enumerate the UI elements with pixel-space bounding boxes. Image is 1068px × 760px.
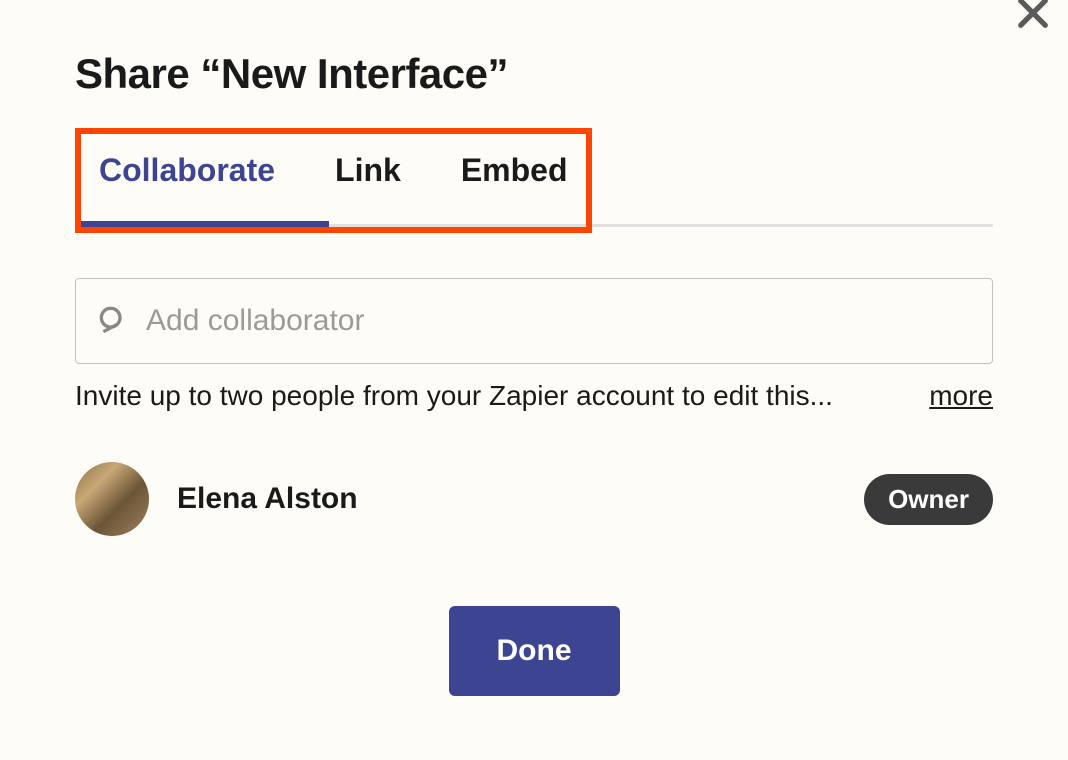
share-dialog: Share “New Interface” Collaborate Link E… [0, 0, 1068, 696]
done-button[interactable]: Done [449, 606, 620, 696]
close-icon[interactable] [1012, 0, 1054, 39]
helper-row: Invite up to two people from your Zapier… [75, 380, 993, 412]
tab-bar: Collaborate Link Embed [75, 128, 993, 233]
avatar [75, 462, 149, 536]
collaborator-name: Elena Alston [177, 482, 358, 516]
collaborator-row: Elena Alston Owner [75, 462, 993, 536]
tab-collaborate[interactable]: Collaborate [99, 152, 275, 227]
tab-active-indicator [81, 221, 329, 227]
add-collaborator-field[interactable] [75, 278, 993, 364]
add-collaborator-input[interactable] [146, 304, 972, 338]
search-icon [96, 303, 128, 340]
helper-text: Invite up to two people from your Zapier… [75, 380, 833, 412]
more-link[interactable]: more [929, 380, 993, 412]
tab-embed[interactable]: Embed [461, 152, 568, 227]
dialog-title: Share “New Interface” [75, 50, 993, 98]
tab-link[interactable]: Link [335, 152, 401, 227]
tabs-highlight: Collaborate Link Embed [75, 128, 592, 233]
role-badge: Owner [864, 474, 993, 525]
